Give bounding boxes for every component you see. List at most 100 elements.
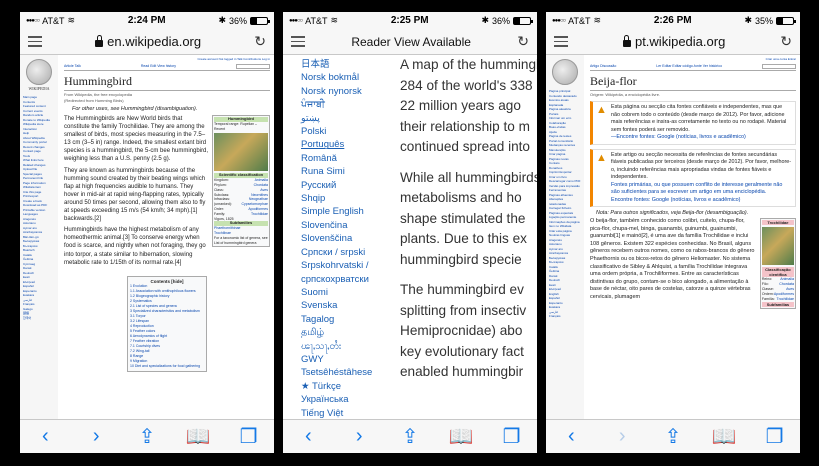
page-content[interactable]: Página principal Conteúdo destacado Evento… — [546, 55, 800, 419]
tabs-icon[interactable]: ❐ — [763, 424, 787, 449]
language-link[interactable]: Tsetsêhéstâhese — [301, 366, 393, 379]
wiki-search-input[interactable] — [235, 64, 270, 69]
reader-view-available[interactable]: Reader View Available — [351, 35, 471, 49]
wikipedia-logo[interactable] — [26, 59, 52, 85]
page-title: Hummingbird — [64, 74, 270, 91]
reload-icon[interactable]: ↻ — [780, 33, 792, 50]
share-icon[interactable]: ⇪ — [135, 424, 159, 449]
hatnote[interactable]: For other uses, see Hummingbird (disambi… — [72, 106, 270, 112]
sidebar-nav-item[interactable]: Alterações relacionadas — [549, 197, 581, 206]
sidebar-nav-item[interactable]: Ligação permanente — [549, 215, 581, 220]
language-link[interactable]: Polski — [301, 125, 393, 138]
page-content[interactable]: WIKIPEDIA Main page Contents Featured cont… — [20, 55, 274, 419]
language-link[interactable]: Norsk nynorsk — [301, 85, 393, 98]
language-link[interactable]: GWY — [301, 353, 393, 366]
language-link[interactable]: Tagalog — [301, 313, 393, 326]
signal-icon: ●●●○○ — [552, 17, 566, 24]
language-link[interactable]: Українська — [301, 393, 393, 406]
url-field[interactable]: en.wikipedia.org — [95, 34, 201, 49]
hummingbird-image[interactable] — [761, 227, 794, 265]
language-link[interactable]: Português — [301, 138, 393, 151]
toc-item[interactable]: 3 Specialized characteristics and metabo… — [130, 309, 204, 314]
tab-article[interactable]: Artigo — [590, 64, 599, 68]
page-subtitle: Origem: Wikipédia, a enciclopédia livre. — [590, 92, 661, 97]
wiki-nav-list: Página principal Conteúdo destacado Evento… — [549, 89, 581, 319]
address-bar[interactable]: en.wikipedia.org ↻ — [20, 29, 274, 55]
banner-1-find-sources[interactable]: —Encontre fontes: Google (notícias, livr… — [611, 134, 792, 142]
language-link[interactable]: ★ Türkçe — [301, 380, 393, 393]
back-arrow-icon[interactable]: ‹ — [559, 425, 583, 448]
language-link[interactable]: Runa Simi — [301, 165, 393, 178]
language-link[interactable]: Русский — [301, 179, 393, 192]
language-link[interactable]: Română — [301, 152, 393, 165]
battery-percent: 36% — [228, 15, 247, 26]
infobox-footer[interactable]: For a taxonomic list of genera, see List… — [214, 236, 268, 246]
infobox-key: Family: — [214, 211, 226, 216]
status-bar: ●●●○○ AT&T ≋ 2:24 PM ✱ 36% — [20, 12, 274, 29]
infobox-subfamilies[interactable]: Phaethornithinae Trochilinae — [214, 226, 268, 236]
tab-read-edit[interactable]: Read Edit View history — [141, 64, 176, 69]
battery-icon — [776, 16, 796, 25]
language-link[interactable]: ၽႃႇသႃႇတႆး — [301, 340, 393, 353]
wiki-search-input[interactable] — [762, 64, 796, 69]
infobox-rows: Reino: Animalia Filo: Chordata Classe: Aves Or… — [762, 277, 794, 302]
language-link[interactable]: தமிழ் — [301, 326, 393, 339]
language-link[interactable]: Simple English — [301, 205, 393, 218]
sidebar-nav-item[interactable]: 한국어 — [23, 316, 55, 321]
hummingbird-image[interactable] — [214, 133, 268, 172]
reader-line: continued spread into — [400, 139, 530, 154]
toc-item[interactable]: 10 Diet and specializations for food gat… — [130, 364, 204, 369]
wiki-article: Criar uma conta Entrar Artigo Discussão … — [586, 55, 800, 419]
banner-2-primary-sources[interactable]: Fontes primárias, ou que possuem conflit… — [611, 182, 792, 197]
back-arrow-icon[interactable]: ‹ — [33, 425, 57, 448]
reload-icon[interactable]: ↻ — [254, 33, 266, 50]
language-link[interactable]: Српски / srpski — [301, 246, 393, 259]
language-link[interactable]: Shqip — [301, 192, 393, 205]
language-link[interactable]: Tiếng Việt — [301, 407, 393, 419]
wikipedia-logo[interactable] — [552, 59, 578, 85]
sidebar-nav-item[interactable]: Descarregar como PDF — [549, 179, 581, 184]
tab-talk[interactable]: Talk — [75, 64, 81, 68]
language-link[interactable]: Svenska — [301, 299, 393, 312]
language-link[interactable]: Slovenščina — [301, 232, 393, 245]
share-icon[interactable]: ⇪ — [398, 424, 422, 449]
address-bar[interactable]: Reader View Available ↻ — [283, 29, 537, 55]
toc-list[interactable]: 1 Evolution 1.1 Association with ornithop… — [130, 284, 204, 369]
personal-links[interactable]: Create account Not logged in Talk Contri… — [198, 57, 271, 61]
forward-arrow-icon[interactable]: › — [84, 425, 108, 448]
language-link[interactable]: Suomi — [301, 286, 393, 299]
forward-arrow-icon[interactable]: › — [610, 425, 634, 448]
language-link[interactable]: Srpskohrvatski / српскохрватски — [301, 259, 393, 286]
language-link[interactable]: 日本語 — [301, 58, 393, 71]
back-arrow-icon[interactable]: ‹ — [296, 425, 320, 448]
reload-icon[interactable]: ↻ — [517, 33, 529, 50]
language-link[interactable]: ਪੰਜਾਬੀ — [301, 98, 393, 111]
tab-talk[interactable]: Discussão — [600, 64, 616, 68]
bookmarks-icon[interactable]: 📖 — [712, 424, 737, 449]
tab-read-edit[interactable]: Ler Editar Editar código-fonte Ver histó… — [656, 64, 722, 69]
personal-links[interactable]: Criar uma conta Entrar — [766, 57, 796, 61]
bookmarks-icon[interactable]: 📖 — [186, 424, 211, 449]
reader-list-icon[interactable] — [291, 36, 305, 47]
tabs-icon[interactable]: ❐ — [237, 424, 261, 449]
battery-fill — [251, 17, 257, 24]
language-link[interactable]: Slovenčina — [301, 219, 393, 232]
share-icon[interactable]: ⇪ — [661, 424, 685, 449]
address-bar[interactable]: pt.wikipedia.org ↻ — [546, 29, 800, 55]
tabs-icon[interactable]: ❐ — [500, 424, 524, 449]
bookmarks-icon[interactable]: 📖 — [449, 424, 474, 449]
reader-list-icon[interactable] — [28, 36, 42, 47]
language-link[interactable]: Norsk bokmål — [301, 71, 393, 84]
tab-article[interactable]: Article — [64, 64, 74, 68]
infobox-value[interactable]: Trochilidae — [251, 212, 268, 217]
page-content[interactable]: 日本語 Norsk bokmål Norsk nynorsk ਪੰਜਾਬੀ پښتو Po… — [283, 55, 537, 419]
banner-2-find-sources[interactable]: Encontre fontes: Google (notícias, livro… — [611, 197, 792, 205]
reader-list-icon[interactable] — [554, 36, 568, 47]
infobox-title: Trochilidae — [761, 220, 794, 225]
disambiguation-note[interactable]: Nota: Para outros significados, veja Bei… — [596, 210, 796, 216]
forward-arrow-icon[interactable]: › — [347, 425, 371, 448]
url-field[interactable]: pt.wikipedia.org — [622, 34, 725, 49]
toc-item[interactable]: 1.1 Association with ornithophilous flow… — [130, 289, 204, 294]
sidebar-nav-item[interactable]: Français — [549, 314, 581, 319]
language-link[interactable]: پښتو — [301, 112, 393, 125]
